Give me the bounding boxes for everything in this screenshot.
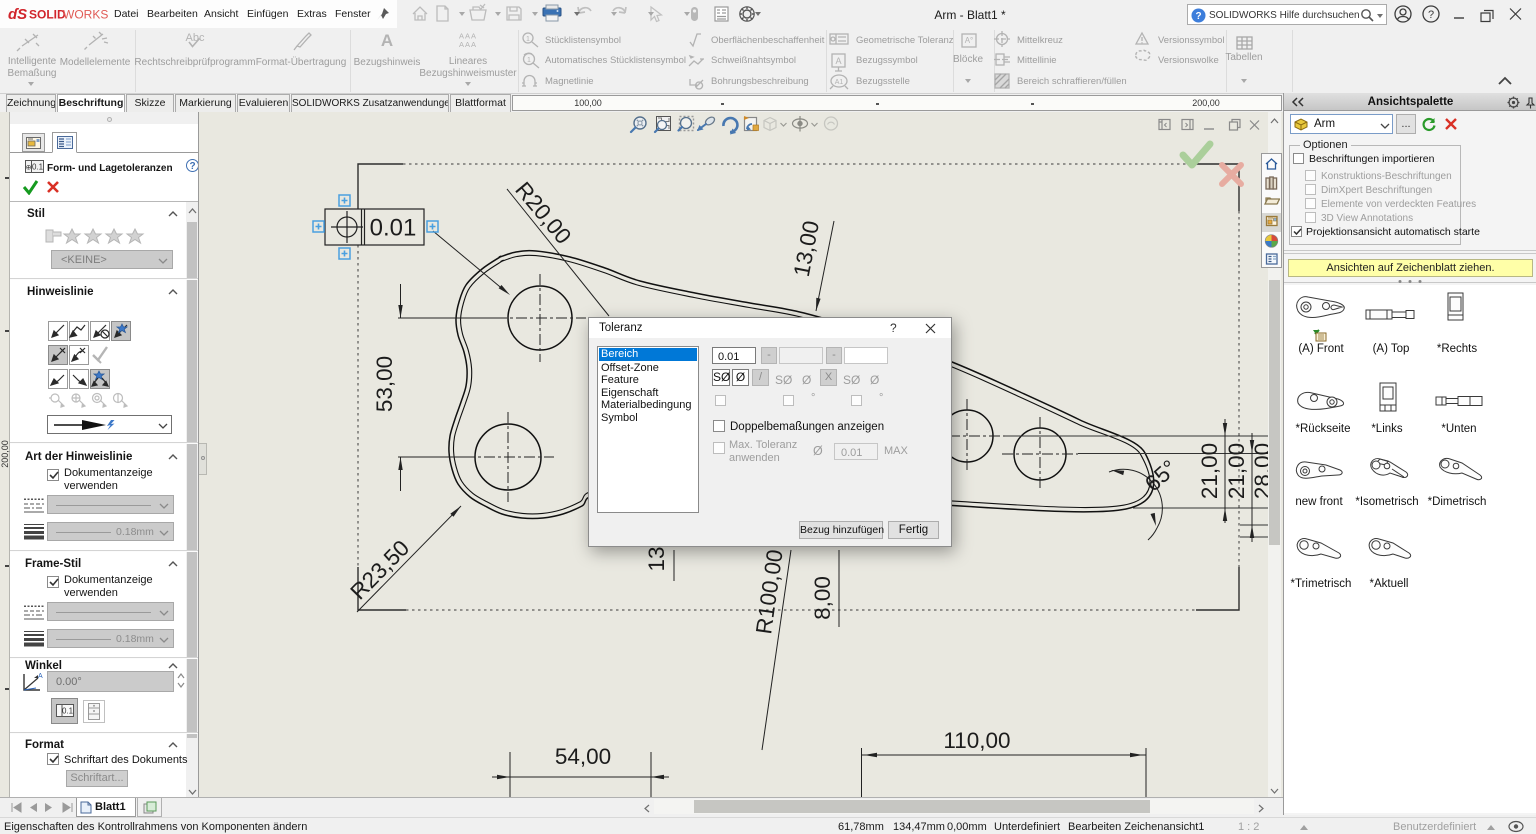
svg-text:21,00: 21,00	[1224, 443, 1249, 499]
svg-text:21,00: 21,00	[1197, 443, 1222, 499]
svg-text:110,00: 110,00	[943, 728, 1010, 753]
svg-text:54,00: 54,00	[555, 744, 611, 769]
svg-text:A: A	[38, 673, 43, 680]
svg-text:65°: 65°	[1140, 455, 1182, 496]
svg-text:13: 13	[644, 546, 669, 571]
svg-text:0.1: 0.1	[32, 163, 44, 172]
svg-text:53,00: 53,00	[372, 356, 397, 412]
svg-text:A: A	[835, 56, 841, 66]
svg-text:A°: A°	[965, 36, 974, 45]
svg-text:R23,50: R23,50	[346, 535, 415, 604]
svg-text:AAA: AAA	[459, 40, 477, 49]
svg-text:⊕: ⊕	[26, 165, 32, 172]
svg-text:A1: A1	[835, 79, 844, 86]
svg-text:R20,00: R20,00	[510, 177, 576, 249]
svg-text:R100,00: R100,00	[751, 548, 788, 636]
svg-text:13,00: 13,00	[789, 219, 824, 279]
svg-text:?: ?	[1195, 11, 1201, 22]
svg-text:WORKS: WORKS	[63, 8, 108, 22]
svg-text:0.1: 0.1	[62, 707, 74, 716]
svg-text:SOLID: SOLID	[29, 8, 66, 22]
svg-text:0.01: 0.01	[370, 214, 417, 241]
svg-text:A: A	[381, 31, 393, 50]
svg-text:ɗS: ɗS	[8, 6, 27, 23]
svg-text:1: 1	[526, 36, 530, 43]
svg-text:?: ?	[1428, 9, 1434, 21]
svg-text:8,00: 8,00	[810, 576, 835, 620]
